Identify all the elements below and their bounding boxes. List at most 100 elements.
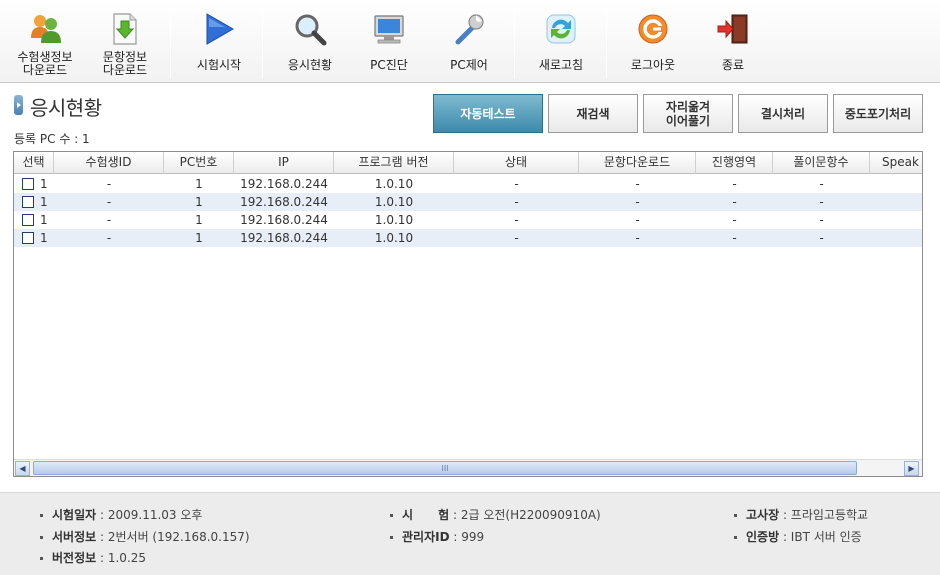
version-info-key: 버전정보: [52, 551, 97, 565]
exam-status-button[interactable]: 응시현황: [275, 0, 345, 82]
refresh-label: 새로고침: [538, 58, 584, 72]
bullet-icon: [734, 536, 737, 539]
auth-room-key: 인증방: [746, 530, 780, 544]
cell-program-version: 1.0.10: [374, 177, 414, 191]
logout-label: 로그아웃: [630, 58, 676, 72]
registered-pc-count: 등록 PC 수 : 1: [14, 132, 90, 146]
download-doc-icon: [107, 11, 143, 47]
cell-progress-area: -: [732, 195, 737, 209]
refresh-icon: [543, 11, 579, 47]
start-exam-label: 시험시작: [196, 58, 242, 72]
main-toolbar: 수험생정보 다운로드 문항정보 다운로드 시험시작 응시현황 PC진단 PC제어…: [0, 0, 940, 83]
cell-pc-number: 1: [195, 213, 203, 227]
exam-key: 시 험: [402, 508, 450, 522]
cell-question-download: -: [635, 231, 640, 245]
cell-ip: 192.168.0.244: [240, 213, 328, 227]
refresh-button[interactable]: 새로고침: [526, 0, 596, 82]
toolbar-separator: [514, 6, 515, 78]
download-examinee-info-button[interactable]: 수험생정보 다운로드: [10, 0, 80, 82]
column-header-speak[interactable]: Speak: [870, 152, 922, 174]
cell-progress-area: -: [732, 177, 737, 191]
toolbar-separator: [170, 6, 171, 78]
cell-pc-number: 1: [195, 177, 203, 191]
row-select[interactable]: 1: [14, 175, 54, 193]
row-checkbox[interactable]: [22, 214, 34, 226]
scroll-left-arrow-icon[interactable]: ◀: [15, 461, 30, 476]
row-checkbox[interactable]: [22, 178, 34, 190]
pc-diagnosis-button[interactable]: PC진단: [354, 0, 424, 82]
pc-control-button[interactable]: PC제어: [434, 0, 504, 82]
cell-progress-area: -: [732, 213, 737, 227]
give-up-process-button[interactable]: 중도포기처리: [833, 94, 923, 133]
cell-status: -: [514, 195, 519, 209]
cell-ip: 192.168.0.244: [240, 177, 328, 191]
admin-id-key: 관리자ID: [402, 530, 450, 544]
test-site-key: 고사장: [746, 508, 780, 522]
download-examinee-info-label: 수험생정보 다운로드: [17, 50, 73, 77]
column-header-program-version[interactable]: 프로그램 버전: [334, 152, 454, 174]
exit-button[interactable]: 종료: [698, 0, 768, 82]
table-row[interactable]: 1 - 1 192.168.0.244 1.0.10 - - - -: [14, 193, 922, 211]
column-header-examinee-id[interactable]: 수험생ID: [54, 152, 164, 174]
research-button[interactable]: 재검색: [548, 94, 638, 133]
cell-ip: 192.168.0.244: [240, 231, 328, 245]
row-select[interactable]: 1: [14, 193, 54, 211]
toolbar-separator: [262, 6, 263, 78]
start-exam-button[interactable]: 시험시작: [184, 0, 254, 82]
cell-status: -: [514, 177, 519, 191]
exit-door-icon: [715, 11, 751, 47]
row-select[interactable]: 1: [14, 211, 54, 229]
download-question-info-button[interactable]: 문항정보 다운로드: [90, 0, 160, 82]
horizontal-scrollbar[interactable]: ◀ III ▶: [14, 459, 922, 476]
auth-room-info: 인증방 : IBT 서버 인증: [734, 528, 862, 545]
test-site-info: 고사장 : 프라임고등학교: [734, 506, 868, 523]
seat-move-continue-button[interactable]: 자리옮겨 이어풀기: [643, 94, 733, 133]
admin-id-info: 관리자ID : 999: [390, 528, 484, 545]
column-header-solved-count[interactable]: 풀이문항수: [773, 152, 870, 174]
monitor-icon: [371, 11, 407, 47]
scrollbar-grip: III: [441, 463, 449, 473]
cell-status: -: [514, 213, 519, 227]
bullet-icon: [734, 514, 737, 517]
cell-solved-count: -: [819, 177, 824, 191]
exam-info: 시 험 : 2급 오전(H220090910A): [390, 506, 601, 523]
cell-status: -: [514, 231, 519, 245]
scrollbar-thumb[interactable]: III: [33, 461, 857, 475]
column-header-select[interactable]: 선택: [14, 152, 54, 174]
column-header-question-download[interactable]: 문항다운로드: [579, 152, 696, 174]
cell-pc-number: 1: [195, 231, 203, 245]
table-row[interactable]: 1 - 1 192.168.0.244 1.0.10 - - - -: [14, 175, 922, 193]
row-seq: 1: [40, 213, 48, 227]
column-header-progress-area[interactable]: 진행영역: [696, 152, 773, 174]
logout-button[interactable]: 로그아웃: [618, 0, 688, 82]
absence-process-button[interactable]: 결시처리: [738, 94, 828, 133]
cell-solved-count: -: [819, 195, 824, 209]
users-icon: [27, 11, 63, 47]
column-header-status[interactable]: 상태: [454, 152, 579, 174]
download-question-info-label: 문항정보 다운로드: [102, 50, 148, 77]
server-info: 서버정보 : 2번서버 (192.168.0.157): [40, 528, 250, 545]
row-seq: 1: [40, 195, 48, 209]
table-row[interactable]: 1 - 1 192.168.0.244 1.0.10 - - - -: [14, 211, 922, 229]
cell-pc-number: 1: [195, 195, 203, 209]
column-header-ip[interactable]: IP: [234, 152, 334, 174]
pc-diagnosis-label: PC진단: [370, 58, 408, 72]
test-site-value: : 프라임고등학교: [782, 508, 869, 522]
table-row[interactable]: 1 - 1 192.168.0.244 1.0.10 - - - -: [14, 229, 922, 247]
cell-question-download: -: [635, 213, 640, 227]
bullet-icon: [40, 557, 43, 560]
column-header-pc-number[interactable]: PC번호: [164, 152, 234, 174]
row-checkbox[interactable]: [22, 232, 34, 244]
row-select[interactable]: 1: [14, 229, 54, 247]
server-info-key: 서버정보: [52, 530, 97, 544]
bullet-icon: [390, 514, 393, 517]
cell-progress-area: -: [732, 231, 737, 245]
admin-id-value: : 999: [453, 530, 485, 544]
scroll-right-arrow-icon[interactable]: ▶: [904, 461, 919, 476]
cell-program-version: 1.0.10: [374, 213, 414, 227]
row-checkbox[interactable]: [22, 196, 34, 208]
auto-test-button[interactable]: 자동테스트: [433, 94, 543, 133]
wrench-icon: [451, 11, 487, 47]
exit-label: 종료: [721, 58, 745, 72]
cell-examinee-id: -: [106, 195, 112, 209]
